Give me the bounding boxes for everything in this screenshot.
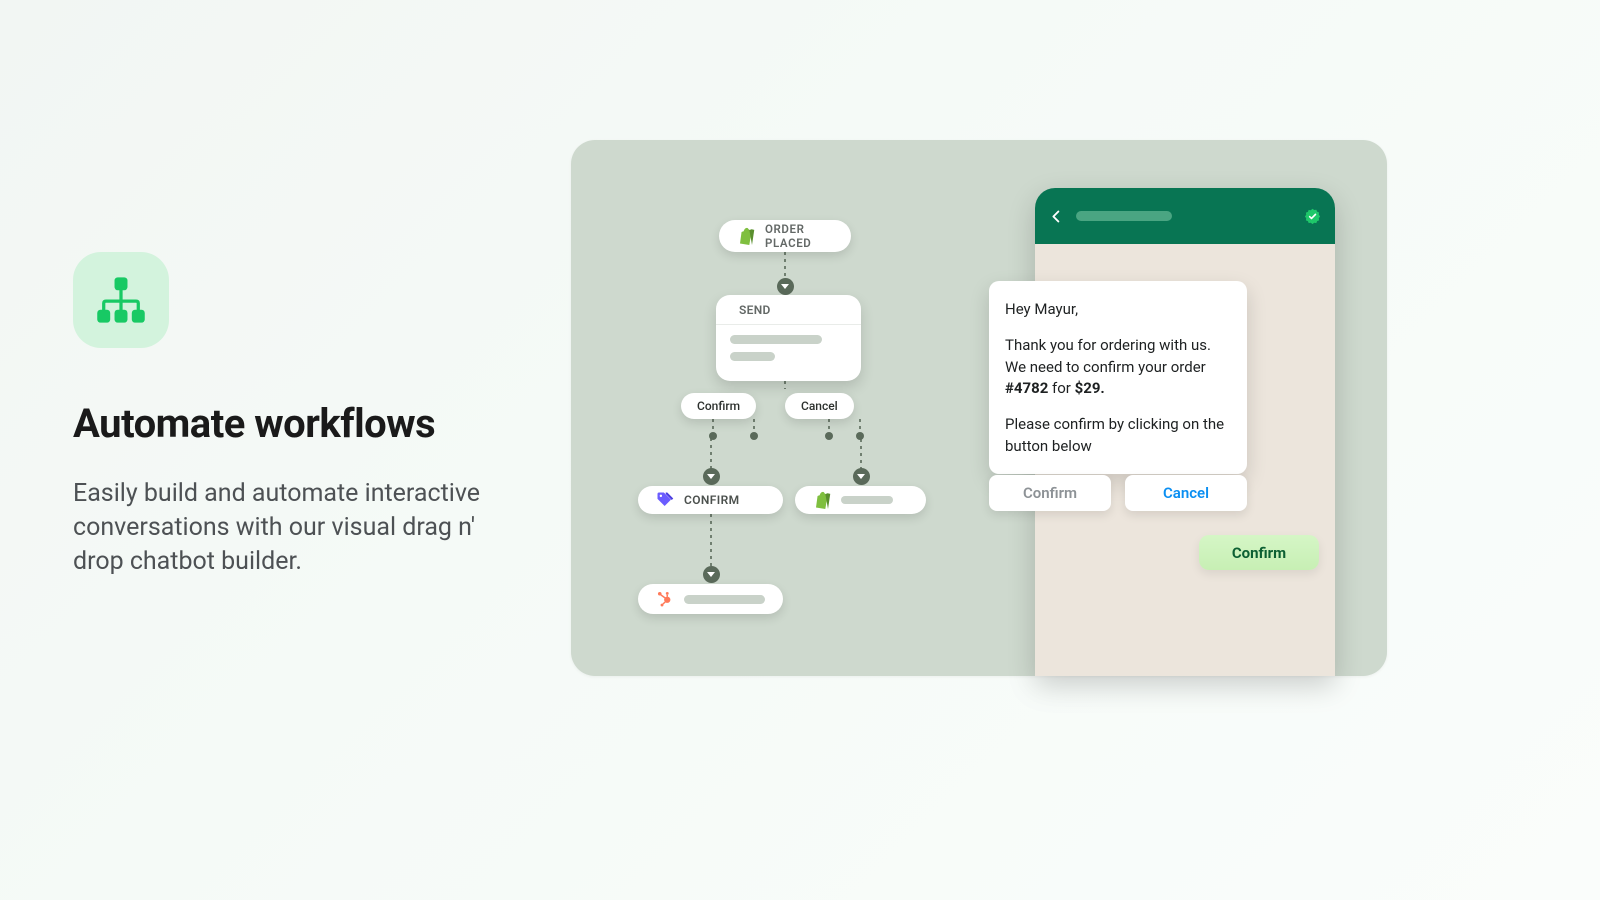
node-hubspot-action[interactable]	[638, 584, 783, 614]
arrow-down-icon	[853, 468, 870, 485]
shopify-icon	[813, 491, 831, 509]
node-send-message[interactable]: SEND	[716, 295, 861, 381]
user-reply-bubble: Confirm	[1199, 535, 1319, 570]
node-confirm[interactable]: CONFIRM	[638, 486, 783, 514]
hero-section: Automate workflows Easily build and auto…	[73, 252, 495, 578]
flow-branch-confirm[interactable]: Confirm	[681, 393, 756, 419]
reply-text: Confirm	[1232, 544, 1286, 562]
hero-flow-icon	[73, 252, 169, 348]
button-label: Confirm	[1023, 484, 1077, 502]
button-label: Cancel	[801, 399, 838, 413]
message-body-placeholder	[716, 325, 861, 371]
node-label: SEND	[739, 303, 771, 317]
chat-body-2: Please confirm by clicking on the button…	[1005, 414, 1231, 458]
hero-description: Easily build and automate interactive co…	[73, 477, 495, 578]
chat-message-bubble: Hey Mayur, Thank you for ordering with u…	[989, 281, 1247, 474]
quick-reply-cancel[interactable]: Cancel	[1125, 475, 1247, 511]
arrow-down-icon	[703, 566, 720, 583]
workflow-panel: ORDER PLACED SEND Confirm Cancel CONFIRM	[571, 140, 1387, 676]
node-order-placed[interactable]: ORDER PLACED	[719, 220, 851, 252]
quick-reply-confirm[interactable]: Confirm	[989, 475, 1111, 511]
contact-name-placeholder	[1076, 211, 1172, 221]
chat-greeting: Hey Mayur,	[1005, 299, 1231, 321]
tag-icon	[656, 491, 674, 509]
hubspot-icon	[656, 590, 674, 608]
arrow-down-icon	[703, 468, 720, 485]
phone-header	[1035, 188, 1335, 244]
arrow-down-icon	[777, 278, 794, 295]
node-label: CONFIRM	[684, 493, 740, 507]
quick-reply-row: Confirm Cancel	[989, 475, 1247, 511]
button-label: Cancel	[1163, 484, 1209, 502]
shopify-icon	[737, 227, 755, 245]
hero-title: Automate workflows	[73, 400, 495, 447]
label-placeholder	[841, 496, 893, 504]
chevron-left-icon	[1049, 209, 1064, 224]
verified-badge-icon	[1304, 208, 1321, 225]
flow-branch-cancel[interactable]: Cancel	[785, 393, 854, 419]
node-shopify-action[interactable]	[795, 486, 926, 514]
chat-body-1: Thank you for ordering with us. We need …	[1005, 335, 1231, 400]
node-label: ORDER PLACED	[765, 222, 833, 250]
button-label: Confirm	[697, 399, 740, 413]
label-placeholder	[684, 595, 765, 604]
